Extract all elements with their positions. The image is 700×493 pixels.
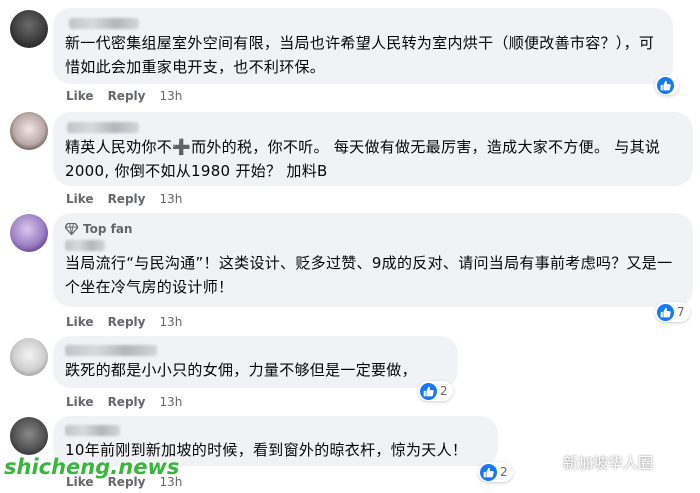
comment-actions: Like Reply 13h — [66, 315, 182, 329]
comment-text: 新一代密集组屋室外空间有限，当局也许希望人民转为室内烘干（顺便改善市容？），可惜… — [65, 34, 655, 76]
reaction-count: 7 — [677, 305, 685, 319]
top-fan-label: Top fan — [83, 222, 133, 236]
comment-text: 跌死的都是小小只的女佣，力量不够但是一定要做， — [65, 361, 417, 379]
avatar[interactable] — [10, 417, 48, 455]
timestamp[interactable]: 13h — [159, 395, 182, 409]
avatar[interactable] — [10, 112, 48, 150]
reaction-summary[interactable]: 7 — [655, 302, 690, 322]
reaction-summary[interactable] — [655, 75, 679, 95]
like-thumb-icon — [657, 76, 674, 94]
avatar[interactable] — [10, 338, 48, 376]
comment-actions: Like Reply 13h — [66, 395, 182, 409]
reaction-summary[interactable]: 2 — [418, 381, 453, 401]
diamond-icon — [65, 223, 78, 235]
reply-button[interactable]: Reply — [108, 89, 146, 103]
like-button[interactable]: Like — [66, 192, 94, 206]
comment-text: 当局流行“与民沟通”！这类设计、贬多过赞、9成的反对、请问当局有事前考虑吗？又是… — [65, 254, 673, 296]
timestamp[interactable]: 13h — [159, 315, 182, 329]
reaction-summary[interactable]: 2 — [478, 462, 513, 482]
top-fan-badge[interactable]: Top fan — [65, 221, 681, 237]
commenter-name[interactable] — [69, 18, 139, 29]
avatar[interactable] — [10, 214, 48, 252]
like-thumb-icon — [420, 382, 437, 400]
like-button[interactable]: Like — [66, 89, 94, 103]
wechat-account-name: 新加坡华人圈 — [563, 454, 654, 472]
timestamp[interactable]: 13h — [159, 192, 182, 206]
reaction-count: 2 — [440, 384, 448, 398]
comment-bubble: 跌死的都是小小只的女佣，力量不够但是一定要做， — [53, 336, 458, 388]
comment-actions: Like Reply 13h — [66, 192, 182, 206]
reply-button[interactable]: Reply — [108, 315, 146, 329]
like-button[interactable]: Like — [66, 315, 94, 329]
like-thumb-icon — [480, 463, 497, 481]
avatar[interactable] — [10, 10, 48, 48]
comment-actions: Like Reply 13h — [66, 89, 182, 103]
timestamp[interactable]: 13h — [159, 89, 182, 103]
reaction-count: 2 — [500, 465, 508, 479]
commenter-name[interactable] — [67, 122, 139, 133]
site-watermark: shicheng.news — [4, 455, 180, 479]
reply-button[interactable]: Reply — [108, 192, 146, 206]
comment-bubble: 精英人民劝你不➕而外的税，你不听。 每天做有做无最厉害，造成大家不方便。 与其说… — [53, 112, 693, 186]
commenter-name[interactable] — [65, 345, 157, 356]
wechat-icon — [535, 453, 557, 471]
like-button[interactable]: Like — [66, 395, 94, 409]
comment-text: 精英人民劝你不➕而外的税，你不听。 每天做有做无最厉害，造成大家不方便。 与其说… — [65, 138, 661, 180]
reply-button[interactable]: Reply — [108, 395, 146, 409]
comment-bubble: 新一代密集组屋室外空间有限，当局也许希望人民转为室内烘干（顺便改善市容？），可惜… — [53, 8, 673, 84]
comment-bubble: Top fan 当局流行“与民沟通”！这类设计、贬多过赞、9成的反对、请问当局有… — [53, 213, 693, 307]
commenter-name[interactable] — [65, 240, 105, 251]
wechat-account-watermark: 新加坡华人圈 — [535, 452, 653, 473]
commenter-name[interactable] — [65, 425, 120, 436]
like-thumb-icon — [657, 303, 674, 321]
